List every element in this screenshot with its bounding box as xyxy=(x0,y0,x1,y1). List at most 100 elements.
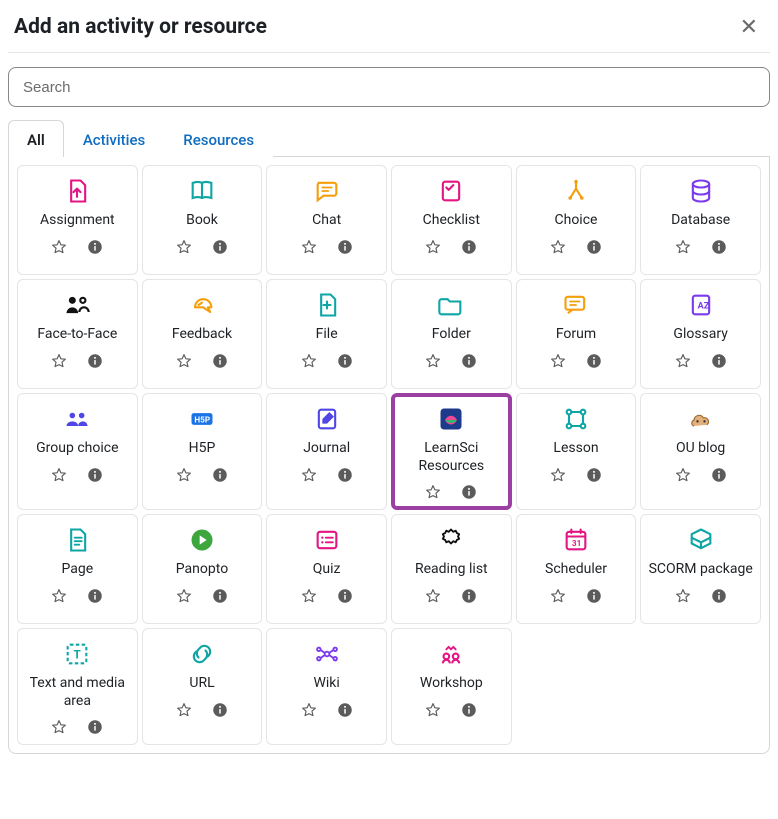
card-actions xyxy=(300,587,354,605)
activity-card-page[interactable]: Page xyxy=(17,514,138,624)
star-icon[interactable] xyxy=(175,587,193,605)
activity-card-panopto[interactable]: Panopto xyxy=(142,514,263,624)
activity-card-learnsci[interactable]: LearnSci Resources xyxy=(391,393,512,510)
star-icon[interactable] xyxy=(300,466,318,484)
activity-card-text-media[interactable]: Text and media area xyxy=(17,628,138,745)
info-icon[interactable] xyxy=(86,238,104,256)
info-icon[interactable] xyxy=(585,466,603,484)
activity-card-group-choice[interactable]: Group choice xyxy=(17,393,138,510)
activity-card-scheduler[interactable]: Scheduler xyxy=(516,514,637,624)
activity-card-url[interactable]: URL xyxy=(142,628,263,745)
activity-card-scorm[interactable]: SCORM package xyxy=(640,514,761,624)
star-icon[interactable] xyxy=(50,718,68,736)
star-icon[interactable] xyxy=(300,238,318,256)
star-icon[interactable] xyxy=(50,466,68,484)
star-icon[interactable] xyxy=(674,587,692,605)
close-button[interactable]: ✕ xyxy=(734,14,764,40)
star-icon[interactable] xyxy=(424,701,442,719)
star-icon[interactable] xyxy=(175,238,193,256)
activity-card-checklist[interactable]: Checklist xyxy=(391,165,512,275)
info-icon[interactable] xyxy=(710,587,728,605)
activity-card-book[interactable]: Book xyxy=(142,165,263,275)
activity-card-chat[interactable]: Chat xyxy=(266,165,387,275)
star-icon[interactable] xyxy=(300,701,318,719)
star-icon[interactable] xyxy=(175,352,193,370)
chat-icon xyxy=(309,176,345,206)
info-icon[interactable] xyxy=(86,587,104,605)
info-icon[interactable] xyxy=(86,466,104,484)
activity-label: Workshop xyxy=(420,675,483,693)
info-icon[interactable] xyxy=(336,701,354,719)
activity-card-feedback[interactable]: Feedback xyxy=(142,279,263,389)
info-icon[interactable] xyxy=(86,718,104,736)
activity-label: Folder xyxy=(432,326,471,344)
info-icon[interactable] xyxy=(86,352,104,370)
file-icon xyxy=(309,290,345,320)
activity-label: Forum xyxy=(556,326,596,344)
star-icon[interactable] xyxy=(549,466,567,484)
info-icon[interactable] xyxy=(585,352,603,370)
tab-activities[interactable]: Activities xyxy=(64,120,164,157)
activity-label: Wiki xyxy=(313,675,339,693)
info-icon[interactable] xyxy=(211,238,229,256)
star-icon[interactable] xyxy=(175,466,193,484)
info-icon[interactable] xyxy=(211,466,229,484)
star-icon[interactable] xyxy=(674,466,692,484)
activity-card-choice[interactable]: Choice xyxy=(516,165,637,275)
star-icon[interactable] xyxy=(50,352,68,370)
info-icon[interactable] xyxy=(460,587,478,605)
activity-card-workshop[interactable]: Workshop xyxy=(391,628,512,745)
info-icon[interactable] xyxy=(710,352,728,370)
info-icon[interactable] xyxy=(460,238,478,256)
tab-all[interactable]: All xyxy=(8,120,64,157)
activity-card-glossary[interactable]: Glossary xyxy=(640,279,761,389)
star-icon[interactable] xyxy=(549,352,567,370)
star-icon[interactable] xyxy=(50,587,68,605)
star-icon[interactable] xyxy=(424,352,442,370)
info-icon[interactable] xyxy=(336,466,354,484)
activity-card-database[interactable]: Database xyxy=(640,165,761,275)
star-icon[interactable] xyxy=(424,238,442,256)
info-icon[interactable] xyxy=(336,352,354,370)
star-icon[interactable] xyxy=(424,587,442,605)
star-icon[interactable] xyxy=(549,587,567,605)
activity-card-journal[interactable]: Journal xyxy=(266,393,387,510)
info-icon[interactable] xyxy=(211,352,229,370)
star-icon[interactable] xyxy=(50,238,68,256)
info-icon[interactable] xyxy=(710,238,728,256)
star-icon[interactable] xyxy=(300,352,318,370)
star-icon[interactable] xyxy=(424,483,442,501)
book-icon xyxy=(184,176,220,206)
activity-card-wiki[interactable]: Wiki xyxy=(266,628,387,745)
activity-label: Chat xyxy=(312,212,341,230)
search-input[interactable] xyxy=(8,67,770,107)
activity-card-lesson[interactable]: Lesson xyxy=(516,393,637,510)
star-icon[interactable] xyxy=(674,352,692,370)
activity-card-reading-list[interactable]: Reading list xyxy=(391,514,512,624)
info-icon[interactable] xyxy=(211,587,229,605)
activity-card-forum[interactable]: Forum xyxy=(516,279,637,389)
info-icon[interactable] xyxy=(460,352,478,370)
activity-card-file[interactable]: File xyxy=(266,279,387,389)
info-icon[interactable] xyxy=(585,238,603,256)
star-icon[interactable] xyxy=(674,238,692,256)
info-icon[interactable] xyxy=(460,483,478,501)
activity-card-assignment[interactable]: Assignment xyxy=(17,165,138,275)
activity-card-face-to-face[interactable]: Face-to-Face xyxy=(17,279,138,389)
activity-card-oublog[interactable]: OU blog xyxy=(640,393,761,510)
activity-card-quiz[interactable]: Quiz xyxy=(266,514,387,624)
activity-card-folder[interactable]: Folder xyxy=(391,279,512,389)
star-icon[interactable] xyxy=(175,701,193,719)
info-icon[interactable] xyxy=(460,701,478,719)
tab-resources[interactable]: Resources xyxy=(164,120,273,157)
info-icon[interactable] xyxy=(585,587,603,605)
activity-card-h5p[interactable]: H5P xyxy=(142,393,263,510)
star-icon[interactable] xyxy=(300,587,318,605)
star-icon[interactable] xyxy=(549,238,567,256)
card-actions xyxy=(424,352,478,370)
info-icon[interactable] xyxy=(710,466,728,484)
text-media-icon xyxy=(59,639,95,669)
info-icon[interactable] xyxy=(336,238,354,256)
info-icon[interactable] xyxy=(211,701,229,719)
info-icon[interactable] xyxy=(336,587,354,605)
